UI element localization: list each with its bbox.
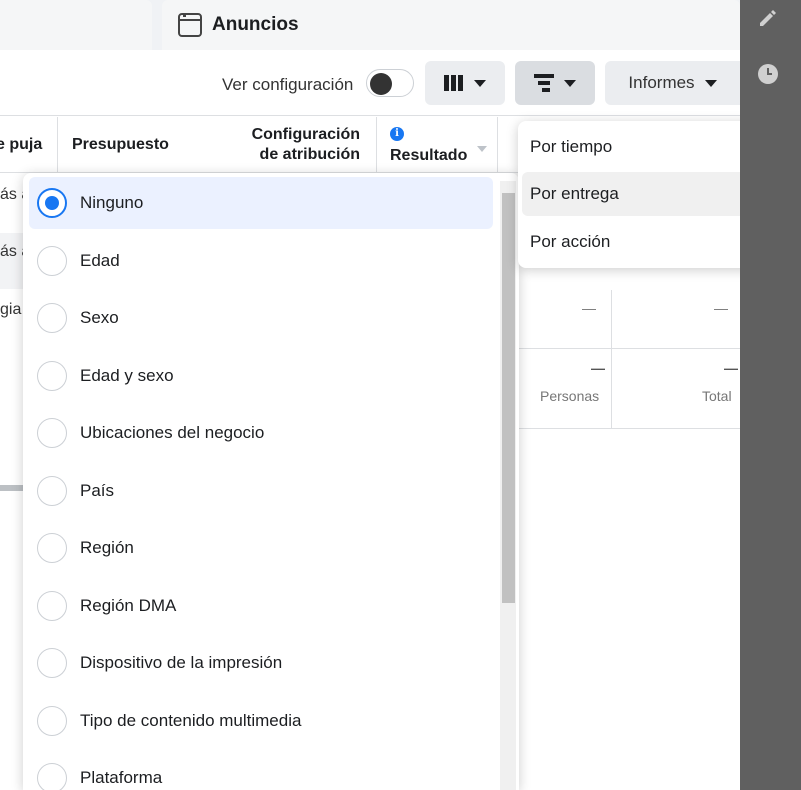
breakdown-button[interactable]: [515, 61, 595, 105]
table-row: — —: [518, 290, 740, 349]
option-label: Región DMA: [80, 596, 177, 615]
option-label: Ubicaciones del negocio: [80, 423, 265, 442]
reports-label: Informes: [628, 73, 695, 92]
chevron-down-icon: [564, 79, 576, 87]
clock-icon: [758, 64, 778, 84]
cell-value: —: [582, 300, 596, 316]
edit-icon[interactable]: [756, 6, 780, 30]
vertical-scrollbar-thumb[interactable]: [502, 193, 515, 603]
option-none[interactable]: Ninguno: [29, 177, 493, 229]
cell-value: —: [724, 360, 738, 376]
toolbar: Ver configuración Informes: [0, 50, 740, 116]
chevron-down-icon: [704, 79, 717, 87]
reports-button[interactable]: Informes: [605, 61, 740, 105]
column-budget[interactable]: Presupuesto: [72, 117, 169, 173]
previous-tab[interactable]: [0, 0, 152, 50]
tab-title: Anuncios: [212, 14, 299, 35]
cell-value: —: [591, 360, 605, 376]
radio-icon: [37, 361, 67, 391]
option-label: Sexo: [80, 308, 119, 327]
toggle-knob: [370, 73, 392, 95]
view-config-label: Ver configuración: [222, 75, 354, 94]
columns-button[interactable]: [425, 61, 505, 105]
radio-icon: [37, 533, 67, 563]
radio-icon: [37, 418, 67, 448]
history-icon[interactable]: [756, 62, 780, 86]
radio-selected-icon: [37, 188, 67, 218]
option-region[interactable]: Región: [29, 522, 493, 574]
attribution-line2: de atribución: [259, 146, 360, 163]
option-label: Dispositivo de la impresión: [80, 653, 283, 672]
option-label: Edad: [80, 251, 120, 270]
submenu-label: Por acción: [530, 232, 611, 251]
option-age[interactable]: Edad: [29, 235, 493, 287]
breakdown-icon: [534, 74, 554, 92]
radio-icon: [37, 763, 67, 790]
people-label: Personas: [540, 388, 600, 404]
column-divider: [497, 117, 498, 173]
option-age-sex[interactable]: Edad y sexo: [29, 350, 493, 402]
submenu-label: Por entrega: [530, 184, 619, 203]
chevron-down-icon: [474, 79, 486, 87]
columns-icon: [444, 75, 463, 91]
attribution-line1: Configuración: [251, 126, 360, 143]
breakdown-dropdown: Ninguno Edad Sexo Edad y sexo Ubicacione…: [23, 173, 519, 790]
option-sex[interactable]: Sexo: [29, 292, 493, 344]
radio-icon: [37, 246, 67, 276]
option-media-type[interactable]: Tipo de contenido multimedia: [29, 695, 493, 747]
window-icon: [178, 13, 202, 37]
option-label: Tipo de contenido multimedia: [80, 711, 302, 730]
column-bid[interactable]: e puja: [0, 117, 58, 173]
right-side-rail: [740, 0, 801, 790]
radio-icon: [37, 591, 67, 621]
option-business-locations[interactable]: Ubicaciones del negocio: [29, 407, 493, 459]
option-impression-device[interactable]: Dispositivo de la impresión: [29, 637, 493, 689]
sort-caret-icon[interactable]: [477, 146, 487, 152]
cell-value: —: [714, 300, 728, 316]
option-label: Ninguno: [80, 193, 144, 212]
option-label: Plataforma: [80, 768, 163, 787]
summary-row: — Personas — Total: [518, 350, 740, 429]
total-label: Total: [702, 388, 732, 404]
column-divider: [376, 117, 377, 173]
view-config-toggle[interactable]: [366, 69, 414, 97]
option-label: Región: [80, 538, 134, 557]
row-fragment: gia: [0, 301, 22, 318]
pencil-icon: [760, 10, 776, 26]
radio-icon: [37, 476, 67, 506]
radio-icon: [37, 706, 67, 736]
horizontal-scrollbar[interactable]: [0, 485, 24, 491]
option-dma-region[interactable]: Región DMA: [29, 580, 493, 632]
radio-icon: [37, 303, 67, 333]
column-attribution[interactable]: Configuración de atribución: [228, 117, 360, 173]
ads-tab[interactable]: Anuncios: [162, 0, 740, 50]
option-label: Edad y sexo: [80, 366, 174, 385]
option-label: País: [80, 481, 115, 500]
option-platform[interactable]: Plataforma: [29, 752, 493, 790]
column-results[interactable]: Resultados: [390, 117, 468, 173]
radio-icon: [37, 648, 67, 678]
submenu-label: Por tiempo: [530, 137, 613, 156]
option-country[interactable]: País: [29, 465, 493, 517]
